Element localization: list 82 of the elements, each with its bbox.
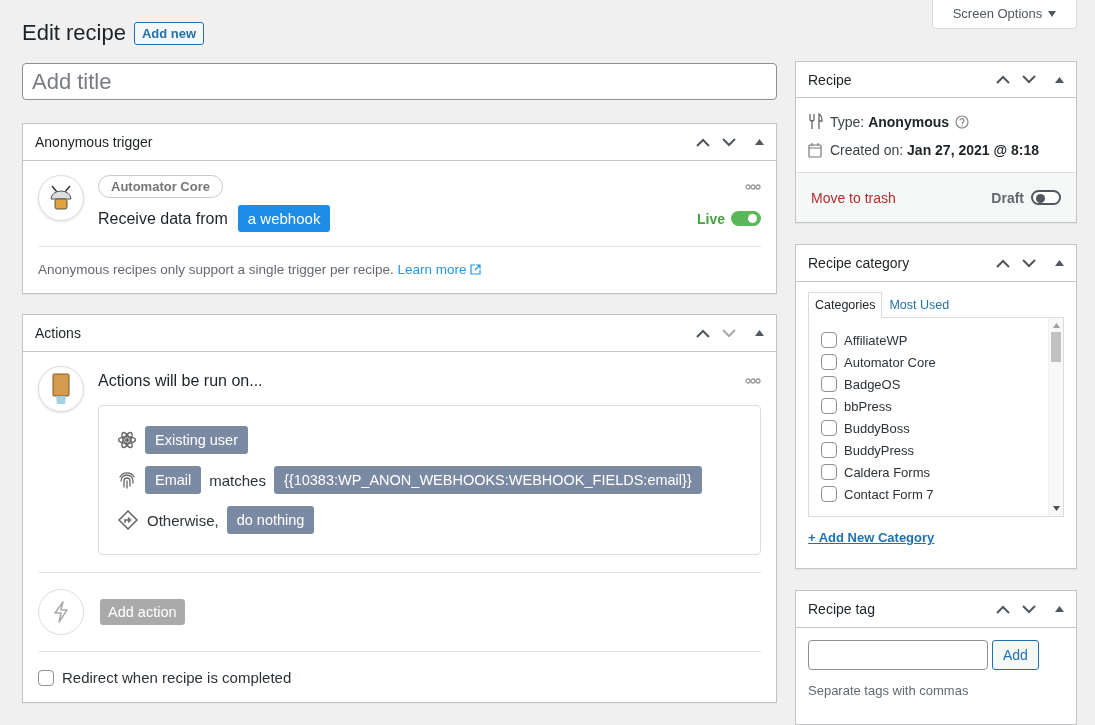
move-to-trash-link[interactable]: Move to trash (811, 189, 896, 206)
tag-hint: Separate tags with commas (808, 683, 970, 698)
publish-toggle[interactable] (1031, 190, 1061, 205)
redirect-label: Redirect when recipe is completed (62, 669, 292, 686)
panel-title: Recipe category (808, 255, 910, 271)
category-tab[interactable]: Categories (808, 292, 883, 318)
panel-title: Recipe tag (808, 601, 875, 617)
recipe-type: Type: Anonymous (830, 113, 950, 130)
condition-text: Otherwise, (147, 511, 219, 529)
add-tag-button[interactable]: Add (992, 640, 1039, 670)
trigger-note: Anonymous recipes only support a single trigger per recipe. Learn more (38, 247, 761, 293)
scroll-up-icon[interactable] (1052, 323, 1060, 328)
category-label: AffiliateWP (844, 332, 908, 348)
triangle-up-icon (1054, 606, 1064, 612)
triangle-up-icon (754, 330, 764, 336)
category-checkbox[interactable] (821, 332, 837, 348)
triangle-up-icon (1054, 260, 1064, 266)
condition-token[interactable]: Email (145, 466, 202, 494)
external-link-icon (469, 264, 481, 275)
lightning-avatar-icon (38, 589, 84, 635)
more-options-icon[interactable] (745, 378, 761, 384)
title-field[interactable]: Add title (22, 63, 777, 100)
chevron-up-icon (996, 604, 1010, 614)
category-label: bbPress (844, 398, 892, 414)
robot-avatar-icon (38, 175, 84, 221)
chevron-down-icon (722, 137, 736, 147)
paper-bag-avatar-icon (38, 366, 84, 412)
status-label: Draft (991, 189, 1024, 206)
triangle-up-icon (754, 139, 764, 145)
more-options-icon[interactable] (745, 183, 761, 190)
condition-token[interactable]: {{10383:WP_ANON_WEBHOOKS:WEBHOOK_FIELDS:email}} (273, 466, 702, 494)
category-label: Automator Core (844, 354, 936, 370)
category-label: Caldera Forms (844, 464, 930, 480)
calendar-icon (808, 142, 822, 158)
chevron-up-icon (996, 75, 1010, 84)
learn-more-link[interactable]: Learn more (397, 262, 481, 277)
category-label: BadgeOS (844, 376, 901, 392)
chevron-down-icon (1022, 258, 1036, 268)
tag-field[interactable] (808, 640, 988, 670)
panel-title: Actions (35, 325, 81, 341)
status-label: Live (697, 210, 725, 227)
screen-options-button[interactable]: Screen Options (932, 0, 1077, 29)
category-checkbox[interactable] (821, 398, 837, 414)
category-checkbox[interactable] (821, 354, 837, 370)
category-checkbox[interactable] (821, 442, 837, 458)
chevron-down-icon (1022, 75, 1036, 84)
triangle-down-icon (1048, 10, 1057, 17)
category-checkbox[interactable] (821, 464, 837, 480)
condition-token[interactable]: Existing user (145, 426, 248, 454)
category-label: BuddyPress (844, 442, 915, 458)
fingerprint-icon (117, 470, 137, 490)
chevron-down-icon (722, 328, 736, 338)
category-tab[interactable]: Most Used (882, 292, 957, 318)
triangle-up-icon (1054, 76, 1064, 83)
created-date: Created on: Jan 27, 2021 @ 8:18 (830, 142, 1040, 158)
chevron-up-icon (696, 328, 710, 338)
category-checkbox[interactable] (821, 486, 837, 502)
chevron-up-icon (696, 137, 710, 147)
redirect-checkbox[interactable] (38, 669, 54, 686)
panel-title: Recipe (808, 71, 852, 88)
trigger-sentence: Receive data from (98, 209, 228, 228)
condition-text: matches (209, 471, 266, 489)
chevron-up-icon (996, 258, 1010, 268)
live-toggle[interactable] (731, 211, 761, 226)
webhook-token[interactable]: a webhook (237, 205, 331, 232)
help-icon (955, 114, 970, 129)
atom-icon (117, 430, 137, 450)
category-checkbox[interactable] (821, 376, 837, 392)
scroll-thumb[interactable] (1051, 332, 1061, 362)
chevron-down-icon (1022, 604, 1036, 614)
panel-title: Anonymous trigger (35, 134, 153, 150)
category-label: Contact Form 7 (844, 486, 934, 502)
actions-heading: Actions will be run on... (98, 372, 263, 390)
category-label: BuddyBoss (844, 420, 910, 436)
page-title: Edit recipe (22, 20, 126, 46)
category-checkbox[interactable] (821, 420, 837, 436)
utensils-icon (808, 113, 824, 130)
add-new-button[interactable]: Add new (133, 21, 205, 45)
scroll-down-icon[interactable] (1052, 506, 1060, 511)
direction-sign-icon (117, 509, 139, 531)
add-category-link[interactable]: + Add New Category (808, 530, 935, 545)
condition-token[interactable]: do nothing (226, 506, 315, 534)
